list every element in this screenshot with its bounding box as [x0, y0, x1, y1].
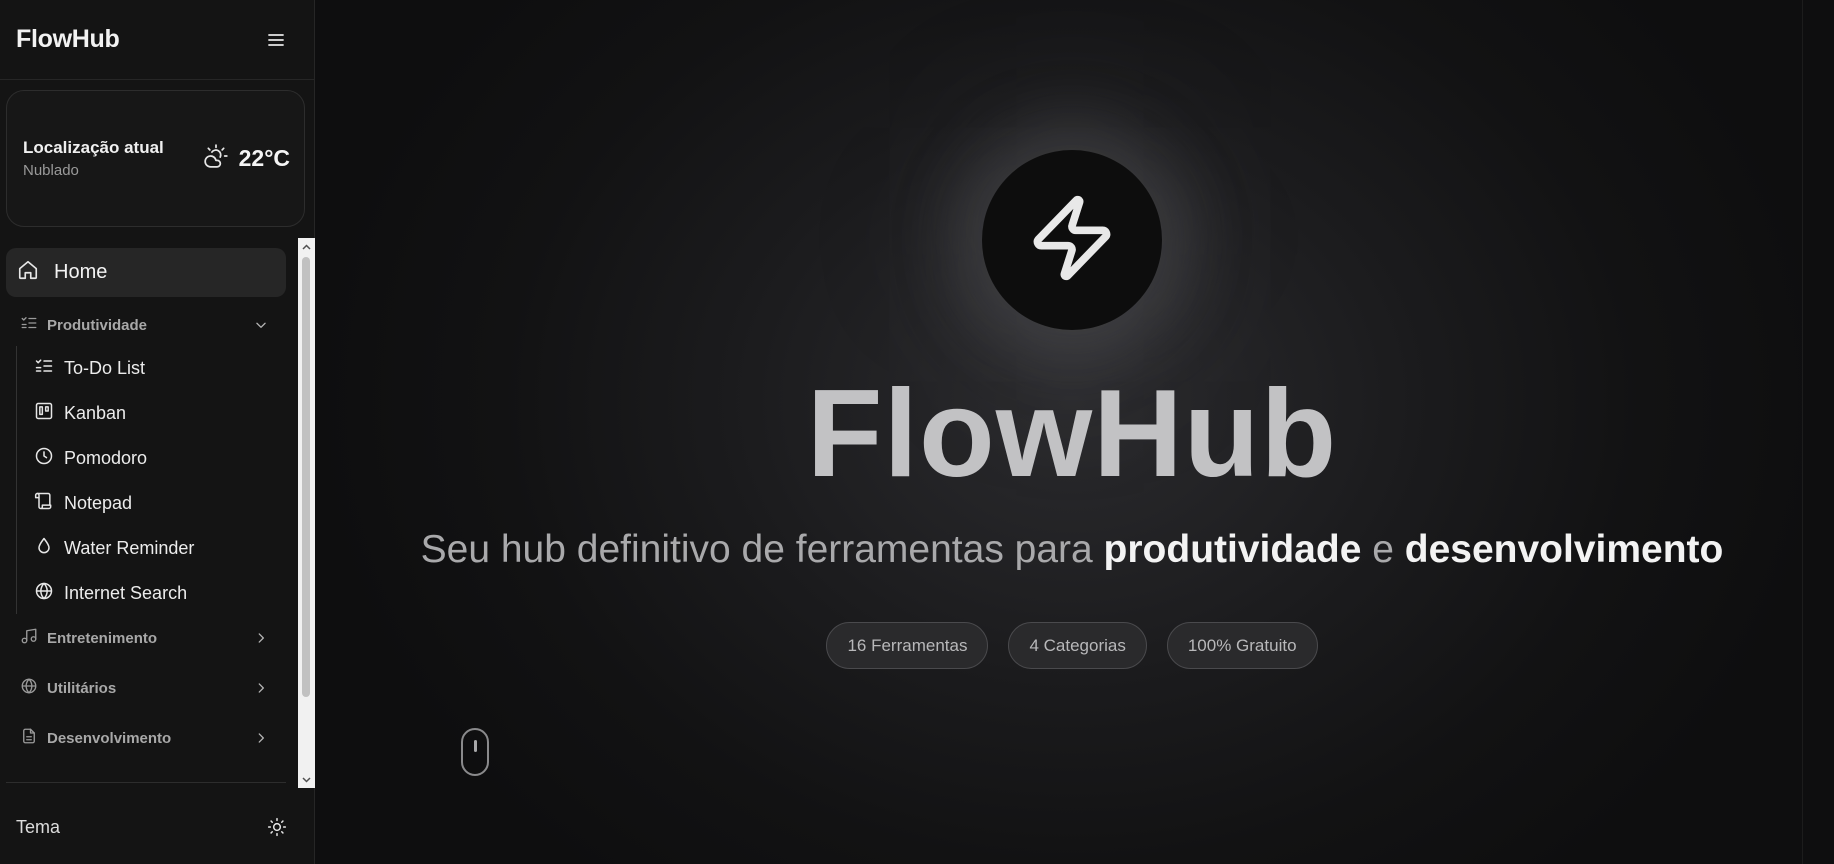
- sidebar-item-label: Notepad: [64, 492, 133, 513]
- scrollbar-thumb[interactable]: [302, 257, 310, 697]
- sidebar-footer: Tema: [0, 790, 315, 864]
- sidebar: FlowHub Localização atual Nublado 22°C H…: [0, 0, 315, 864]
- globe-icon: [34, 581, 54, 606]
- file-text-icon: [20, 727, 38, 750]
- page-edge: [1802, 0, 1834, 864]
- subtitle-text: Seu hub definitivo de ferramentas para: [420, 528, 1104, 571]
- scroll-icon: [34, 491, 54, 516]
- stat-pill-tools: 16 Ferramentas: [826, 622, 989, 669]
- sidebar-header: FlowHub: [0, 0, 314, 80]
- stat-pill-categories: 4 Categorias: [1008, 622, 1147, 669]
- sidebar-item-home[interactable]: Home: [6, 248, 286, 297]
- sidebar-item-notepad[interactable]: Notepad: [34, 483, 274, 523]
- weather-condition: Nublado: [23, 162, 79, 179]
- category-produtividade[interactable]: Produtividade: [0, 305, 290, 345]
- sidebar-item-label: Kanban: [64, 402, 127, 423]
- menu-toggle-icon[interactable]: [266, 30, 286, 50]
- list-checks-icon: [34, 356, 54, 381]
- sidebar-nav: Home Produtividade To-Do List Kanban Pom…: [0, 238, 298, 788]
- nav-divider: [6, 782, 286, 783]
- chevron-right-icon[interactable]: [250, 627, 272, 649]
- sidebar-item-internet-search[interactable]: Internet Search: [34, 573, 274, 613]
- category-desenvolvimento[interactable]: Desenvolvimento: [0, 718, 290, 758]
- sidebar-item-pomodoro[interactable]: Pomodoro: [34, 438, 274, 478]
- weather-temperature: 22°C: [238, 145, 290, 171]
- list-checks-icon: [20, 314, 38, 337]
- sidebar-item-kanban[interactable]: Kanban: [34, 393, 274, 433]
- sidebar-item-label: Water Reminder: [64, 537, 195, 558]
- music-icon: [20, 627, 38, 650]
- scroll-wheel: [474, 740, 477, 752]
- globe-icon: [20, 677, 38, 700]
- hero-subtitle: Seu hub definitivo de ferramentas para p…: [315, 528, 1802, 572]
- chevron-down-icon[interactable]: [250, 314, 272, 336]
- sun-icon[interactable]: [267, 817, 287, 837]
- hero-title: FlowHub: [806, 365, 1338, 503]
- scroll-up-icon[interactable]: [298, 238, 315, 255]
- hero-section: FlowHub Seu hub definitivo de ferramenta…: [315, 0, 1802, 864]
- lightning-bolt-icon: [1026, 192, 1118, 289]
- category-entretenimento[interactable]: Entretenimento: [0, 618, 290, 658]
- category-utilitarios[interactable]: Utilitários: [0, 668, 290, 708]
- partly-cloudy-icon: [203, 143, 229, 174]
- kanban-icon: [34, 401, 54, 426]
- sidebar-item-label: Home: [54, 261, 108, 283]
- weather-location: Localização atual: [23, 138, 164, 157]
- chevron-right-icon[interactable]: [250, 727, 272, 749]
- submenu-guide-line: [16, 346, 17, 614]
- sidebar-scrollbar[interactable]: [298, 238, 315, 788]
- clock-icon: [34, 446, 54, 471]
- category-label: Desenvolvimento: [47, 729, 172, 747]
- brand-logo[interactable]: FlowHub: [16, 25, 120, 54]
- sidebar-item-todo[interactable]: To-Do List: [34, 348, 274, 388]
- subtitle-highlight: desenvolvimento: [1404, 528, 1724, 571]
- subtitle-highlight: produtividade: [1103, 528, 1362, 571]
- sidebar-item-water-reminder[interactable]: Water Reminder: [34, 528, 274, 568]
- category-label: Produtividade: [47, 316, 148, 334]
- sidebar-item-label: Pomodoro: [64, 447, 148, 468]
- stat-pill-free: 100% Gratuito: [1166, 622, 1318, 669]
- droplet-icon: [34, 536, 54, 561]
- stats-pills: 16 Ferramentas 4 Categorias 100% Gratuit…: [315, 622, 1802, 669]
- category-label: Utilitários: [47, 679, 117, 697]
- home-icon: [17, 259, 39, 286]
- mouse-scroll-icon[interactable]: [461, 728, 489, 776]
- chevron-right-icon[interactable]: [250, 677, 272, 699]
- weather-card: Localização atual Nublado 22°C: [6, 90, 305, 227]
- theme-label: Tema: [16, 816, 61, 837]
- subtitle-text: e: [1361, 528, 1405, 571]
- sidebar-item-label: To-Do List: [64, 357, 146, 378]
- scroll-down-icon[interactable]: [298, 771, 315, 788]
- sidebar-item-label: Internet Search: [64, 582, 188, 603]
- category-label: Entretenimento: [47, 629, 158, 647]
- hero-logo: [982, 150, 1162, 330]
